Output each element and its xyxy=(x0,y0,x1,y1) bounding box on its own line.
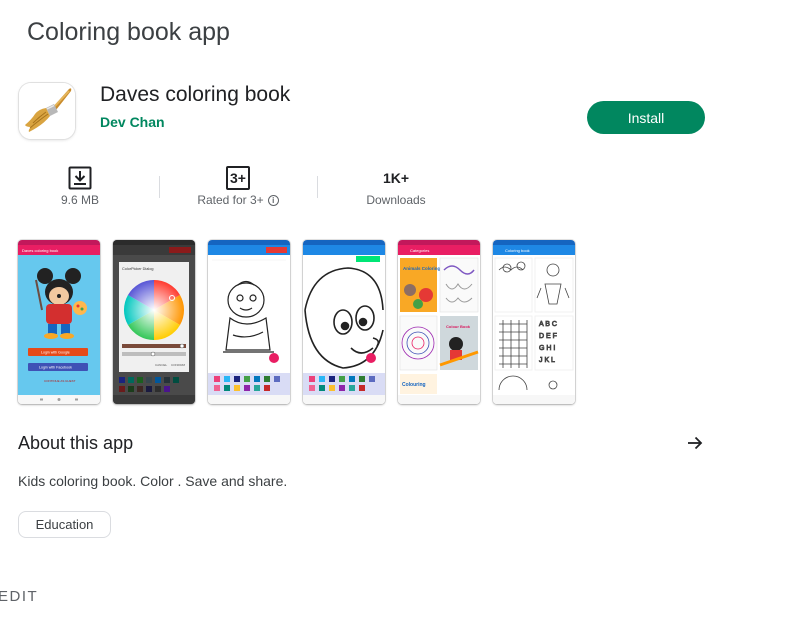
install-button[interactable]: Install xyxy=(587,101,705,134)
downloads-label: Downloads xyxy=(366,193,426,207)
svg-text:G H I: G H I xyxy=(539,345,555,352)
shot-cat-animals: Animals Coloring xyxy=(403,266,441,271)
stat-size-label: 9.6 MB xyxy=(60,193,99,207)
arrow-right-icon[interactable] xyxy=(683,431,707,455)
stat-rating-label[interactable]: Rated for 3+ i xyxy=(197,193,279,207)
stat-divider xyxy=(317,176,318,198)
stat-rating: 3+ Rated for 3+ i xyxy=(168,165,308,207)
developer-link[interactable]: Dev Chan xyxy=(100,114,165,130)
page-heading: Coloring book app xyxy=(27,18,230,46)
rating-label-text: Rated for 3+ xyxy=(197,193,264,207)
shot-picker-confirm: CONFIRM xyxy=(171,363,185,367)
screenshot-color-picker[interactable]: ColorPicker Dialog CANCEL CONFIRM xyxy=(113,240,195,404)
shot-picker-cancel: CANCEL xyxy=(155,363,168,367)
downloads-count: 1K+ xyxy=(382,169,410,186)
app-name: Daves coloring book xyxy=(100,83,291,106)
shot-picker-title: ColorPicker Dialog xyxy=(122,267,153,271)
screenshot-coloring-closeup[interactable] xyxy=(303,240,385,404)
rating-box-icon: 3+ xyxy=(226,165,250,190)
shot-book-title: Coloring book xyxy=(505,248,530,253)
shot-cat-colour-book: Colour Book xyxy=(446,324,471,329)
screenshot-login[interactable]: Daves coloring book Login with Google Lo… xyxy=(18,240,100,404)
app-icon[interactable] xyxy=(19,83,75,139)
about-title: About this app xyxy=(18,433,134,453)
category-chip[interactable]: Education xyxy=(18,511,111,538)
shot-login-guest: CONTINUE AS GUEST xyxy=(44,379,76,383)
paintbrush-icon xyxy=(19,83,75,139)
shot-login-title: Daves coloring book xyxy=(22,248,58,253)
screenshot-coloring-book[interactable]: Coloring book A B C D E F G H I J K L xyxy=(493,240,575,404)
shot-categories-title: Categories xyxy=(410,248,429,253)
download-icon xyxy=(68,165,92,190)
app-description: Kids coloring book. Color . Save and sha… xyxy=(18,473,288,489)
stat-size: 9.6 MB xyxy=(10,165,150,207)
shot-cat-colouring: Colouring xyxy=(402,382,426,388)
svg-text:D E F: D E F xyxy=(539,333,557,340)
stat-divider xyxy=(159,176,160,198)
stat-downloads: 1K+ Downloads xyxy=(326,165,466,208)
svg-text:A B C: A B C xyxy=(539,321,557,328)
screenshot-coloring-baby[interactable] xyxy=(208,240,290,404)
svg-text:J K L: J K L xyxy=(539,357,555,364)
play-store-page: Coloring book app Daves coloring book De… xyxy=(0,0,799,630)
shot-login-google: Login with Google xyxy=(41,351,70,355)
info-icon[interactable]: i xyxy=(267,194,279,206)
edit-label[interactable]: EDIT xyxy=(0,588,38,605)
screenshot-categories[interactable]: Categories Animals Coloring Colour Book … xyxy=(398,240,480,404)
shot-login-facebook: Login with Facebook xyxy=(39,366,72,370)
